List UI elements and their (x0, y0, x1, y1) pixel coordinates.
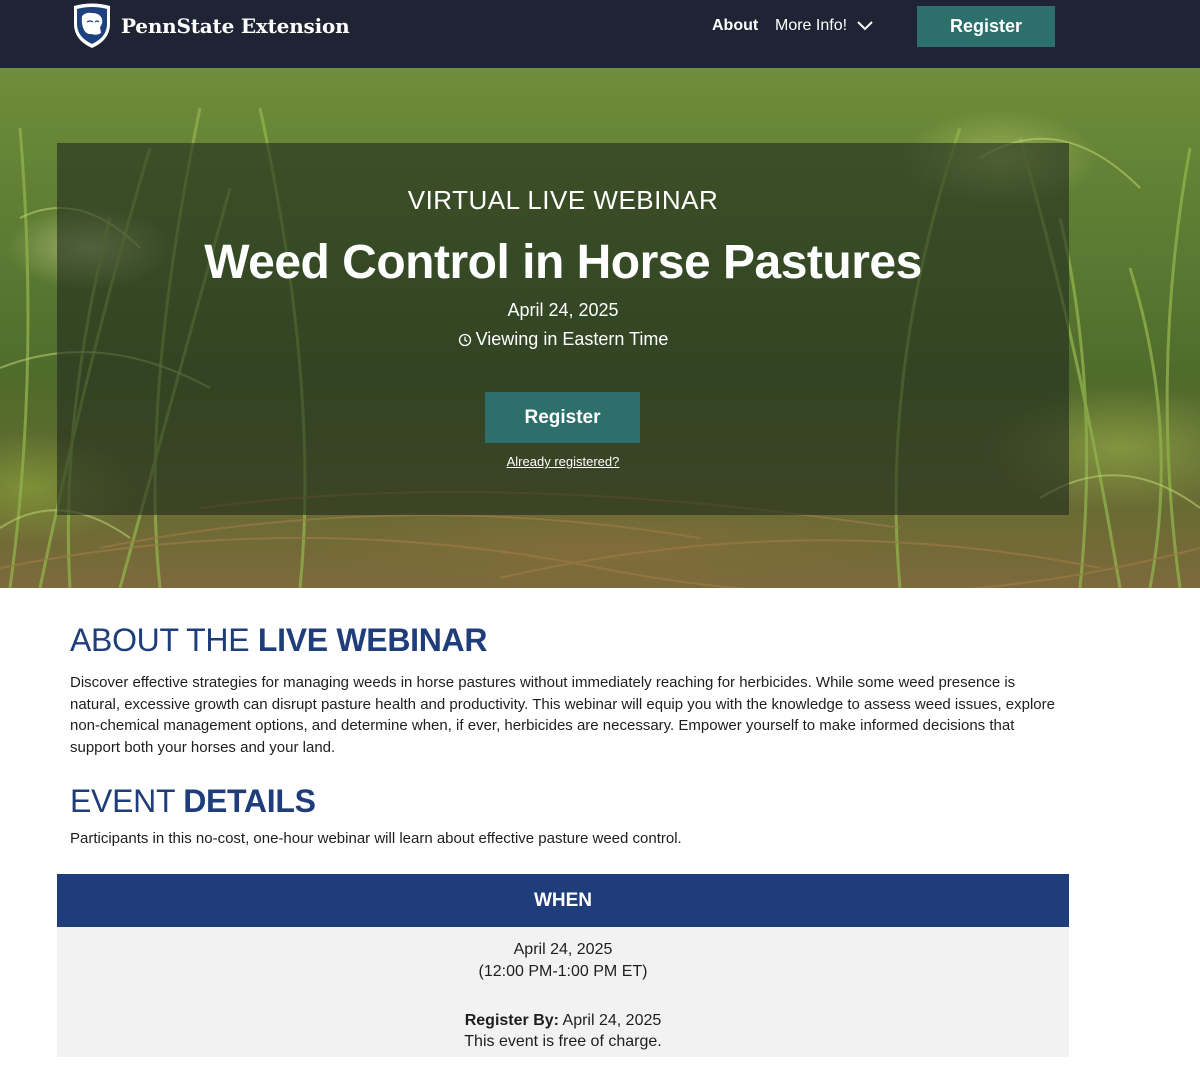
hero-banner: VIRTUAL LIVE WEBINAR Weed Control in Hor… (0, 68, 1200, 588)
hero-register-button[interactable]: Register (485, 392, 640, 443)
brand-logo[interactable]: PennState Extension (70, 2, 350, 50)
about-heading-bold: LIVE WEBINAR (257, 622, 488, 658)
when-date: April 24, 2025 (513, 941, 613, 958)
site-header: PennState Extension About More Info! Reg… (0, 0, 1200, 68)
header-register-button[interactable]: Register (917, 6, 1055, 47)
about-description: Discover effective strategies for managi… (70, 674, 1055, 756)
event-description: Participants in this no-cost, one-hour w… (70, 830, 682, 847)
nav-more-info-dropdown[interactable]: More Info! (775, 14, 874, 38)
register-by-label: Register By: (464, 1012, 559, 1029)
brand-name: PennState Extension (121, 14, 350, 38)
register-by-date: April 24, 2025 (558, 1012, 662, 1029)
chevron-down-icon (857, 21, 873, 31)
nittany-lion-shield-icon (74, 3, 110, 48)
register-by: Register By: April 24, 2025 (57, 1012, 1069, 1030)
event-heading-light: EVENT (70, 783, 184, 819)
event-details-heading: EVENT DETAILS (70, 783, 316, 820)
when-time: (12:00 PM-1:00 PM ET) (478, 963, 648, 980)
nav-about-link[interactable]: About (712, 14, 758, 38)
event-cost: This event is free of charge. (464, 1033, 662, 1050)
clock-icon (458, 333, 471, 346)
about-heading: ABOUT THE LIVE WEBINAR (70, 622, 487, 659)
hero-kicker: VIRTUAL LIVE WEBINAR (407, 185, 719, 215)
hero-title: Weed Control in Horse Pastures (204, 236, 922, 289)
about-heading-light: ABOUT THE (70, 622, 258, 658)
nav-more-info-label: More Info! (775, 17, 848, 34)
event-heading-bold: DETAILS (183, 783, 316, 819)
when-details-panel: April 24, 2025 (12:00 PM-1:00 PM ET) Reg… (57, 927, 1069, 1057)
hero-timezone-label: Viewing in Eastern Time (475, 329, 669, 349)
hero-date: April 24, 2025 (507, 300, 619, 320)
hero-timezone: Viewing in Eastern Time (57, 329, 1069, 350)
nav-about-label: About (712, 17, 759, 34)
when-header: WHEN (57, 874, 1069, 927)
hero-overlay-panel: VIRTUAL LIVE WEBINAR Weed Control in Hor… (57, 143, 1069, 515)
already-registered-link[interactable]: Already registered? (57, 454, 1069, 469)
